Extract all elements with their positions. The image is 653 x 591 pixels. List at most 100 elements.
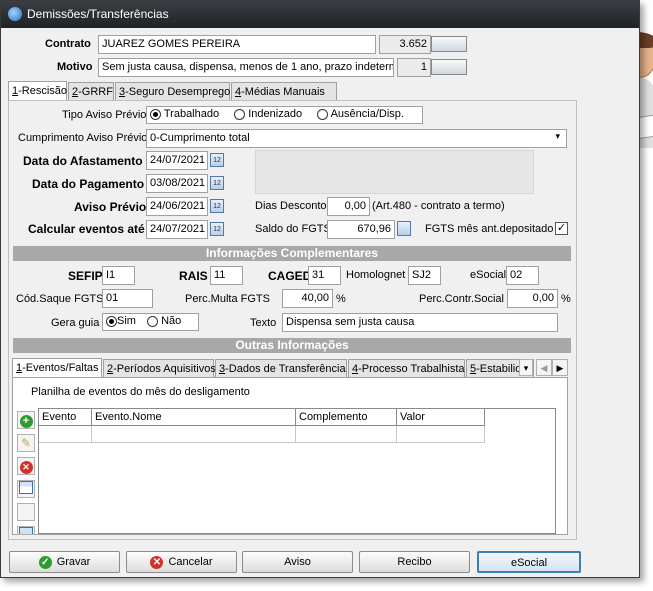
homolognet-label: Homolognet bbox=[346, 269, 406, 281]
fgts-mes-checkbox[interactable]: ✓ bbox=[555, 222, 568, 235]
delete-event-button[interactable]: ✕ bbox=[17, 457, 35, 475]
calcular-eventos-field[interactable]: 24/07/2021 bbox=[146, 220, 208, 239]
tabs-scroll-right-icon[interactable]: ▶ bbox=[552, 359, 568, 376]
contrato-label: Contrato bbox=[45, 38, 91, 50]
close-icon: ✕ bbox=[150, 555, 164, 569]
calendar-icon[interactable]: 12 bbox=[210, 153, 224, 167]
aviso-previo-label: Aviso Prévio bbox=[74, 200, 147, 214]
add-event-button[interactable]: + bbox=[17, 411, 35, 429]
dias-desconto-note: (Art.480 - contrato a termo) bbox=[372, 200, 505, 212]
motivo-code-field[interactable]: 1 bbox=[397, 58, 431, 77]
complementares-header: Informações Complementares bbox=[13, 246, 571, 261]
caged-label: CAGED bbox=[268, 269, 312, 283]
cancelar-button[interactable]: ✕ Cancelar bbox=[126, 551, 237, 573]
geraguia-label: Gera guia bbox=[51, 317, 100, 329]
calcular-eventos-label: Calcular eventos até bbox=[28, 222, 145, 236]
tab-dados-transferencia[interactable]: 3-Dados de Transferência bbox=[215, 359, 347, 378]
cumprimento-select[interactable]: 0-Cumprimento total ▾ bbox=[146, 129, 567, 148]
close-icon: ✕ bbox=[19, 461, 33, 474]
radio-sim[interactable]: Sim bbox=[106, 315, 136, 327]
sefip-field[interactable]: I1 bbox=[102, 266, 135, 285]
info-box bbox=[255, 150, 534, 194]
tab-medias-manuais[interactable]: 4-Médias Manuais bbox=[231, 82, 337, 101]
tabs-scroll-left-icon[interactable]: ◀ bbox=[536, 359, 552, 376]
radio-indenizado-dot[interactable] bbox=[234, 108, 246, 120]
dias-desconto-field[interactable]: 0,00 bbox=[327, 197, 370, 216]
blank-button[interactable] bbox=[17, 503, 35, 521]
data-pagamento-field[interactable]: 03/08/2021 bbox=[146, 174, 208, 193]
main-window: Demissões/Transferências Contrato JUAREZ… bbox=[0, 0, 640, 578]
aviso-button[interactable]: Aviso bbox=[242, 551, 353, 573]
homolognet-field[interactable]: SJ2 bbox=[408, 266, 441, 285]
edit-event-button[interactable]: ✎ bbox=[17, 434, 35, 452]
cumprimento-label: Cumprimento Aviso Prévio bbox=[18, 132, 148, 144]
grid-header-complemento[interactable]: Complemento bbox=[296, 409, 397, 426]
motivo-label: Motivo bbox=[57, 61, 93, 73]
grid-header-evento[interactable]: Evento bbox=[39, 409, 92, 426]
grid-header-evento-nome[interactable]: Evento.Nome bbox=[92, 409, 296, 426]
percmulta-field[interactable]: 40,00 bbox=[282, 289, 333, 308]
import-event-button[interactable] bbox=[17, 480, 35, 498]
rais-field[interactable]: 11 bbox=[210, 266, 243, 285]
motivo-field[interactable]: Sem justa causa, dispensa, menos de 1 an… bbox=[98, 58, 394, 77]
window-title: Demissões/Transferências bbox=[27, 7, 169, 21]
tab-rescisao[interactable]: 1-Rescisão bbox=[8, 81, 67, 102]
grid-cell[interactable] bbox=[397, 426, 485, 443]
calendar-icon[interactable]: 12 bbox=[210, 176, 224, 190]
radio-nao-dot[interactable] bbox=[147, 315, 159, 327]
sefip-label: SEFIP bbox=[68, 269, 103, 283]
codsaque-label: Cód.Saque FGTS bbox=[16, 293, 104, 305]
grid-header-valor[interactable]: Valor bbox=[397, 409, 485, 426]
radio-trabalhado-dot[interactable] bbox=[150, 108, 161, 120]
recibo-button[interactable]: Recibo bbox=[359, 551, 470, 573]
saldo-fgts-field[interactable]: 670,96 bbox=[327, 220, 395, 239]
chevron-down-icon[interactable]: ▾ bbox=[555, 131, 560, 142]
grid-caption: Planilha de eventos do mês do desligamen… bbox=[31, 386, 250, 398]
esocial-field[interactable]: 02 bbox=[506, 266, 539, 285]
calendar-icon[interactable]: 12 bbox=[210, 199, 224, 213]
dias-desconto-label: Dias Desconto bbox=[255, 200, 327, 212]
saldo-fgts-label: Saldo do FGTS bbox=[255, 223, 331, 235]
motivo-lookup-button[interactable] bbox=[431, 59, 467, 75]
radio-nao[interactable]: Não bbox=[147, 315, 181, 327]
export-event-button[interactable] bbox=[17, 526, 35, 535]
radio-indenizado[interactable]: Indenizado bbox=[234, 108, 302, 120]
outras-header: Outras Informações bbox=[13, 338, 571, 353]
tab-seguro-desemprego[interactable]: 3-Seguro Desemprego bbox=[115, 82, 230, 101]
eventos-grid[interactable]: Evento Evento.Nome Complemento Valor bbox=[38, 408, 556, 534]
radio-sim-dot[interactable] bbox=[106, 315, 117, 327]
table-icon bbox=[19, 481, 33, 494]
codsaque-field[interactable]: 01 bbox=[102, 289, 153, 308]
radio-ausencia-dot[interactable] bbox=[317, 108, 329, 120]
data-afastamento-label: Data do Afastamento bbox=[23, 154, 143, 168]
calculator-icon[interactable] bbox=[397, 221, 411, 236]
tab-grrf[interactable]: 2-GRRF bbox=[68, 82, 114, 101]
plus-icon: + bbox=[19, 415, 33, 428]
contrato-lookup-button[interactable] bbox=[431, 36, 467, 52]
perccontr-field[interactable]: 0,00 bbox=[507, 289, 558, 308]
radio-ausencia[interactable]: Ausência/Disp. bbox=[317, 108, 404, 120]
tabs-dropdown-icon[interactable]: ▾ bbox=[519, 359, 533, 376]
grid-cell[interactable] bbox=[39, 426, 92, 443]
gravar-button[interactable]: ✓ Gravar bbox=[9, 551, 120, 573]
data-afastamento-field[interactable]: 24/07/2021 bbox=[146, 151, 208, 170]
geraguia-radio-group: Sim Não bbox=[102, 313, 199, 331]
grid-cell[interactable] bbox=[92, 426, 296, 443]
esocial-button[interactable]: eSocial bbox=[477, 551, 581, 573]
tab-processo-trabalhista[interactable]: 4-Processo Trabalhista bbox=[348, 359, 465, 378]
title-bar: Demissões/Transferências bbox=[1, 1, 639, 28]
pencil-icon: ✎ bbox=[20, 436, 32, 450]
calendar-icon[interactable]: 12 bbox=[210, 222, 224, 236]
tab-eventos-faltas[interactable]: 1-Eventos/Faltas bbox=[12, 358, 102, 379]
tab-periodos-aquisitivos[interactable]: 2-Períodos Aquisitivos bbox=[103, 359, 216, 378]
grid-cell[interactable] bbox=[296, 426, 397, 443]
tipo-aviso-label: Tipo Aviso Prévio bbox=[62, 109, 147, 121]
contrato-name-field[interactable]: JUAREZ GOMES PEREIRA bbox=[98, 35, 376, 54]
texto-field[interactable]: Dispensa sem justa causa bbox=[282, 313, 558, 332]
aviso-previo-field[interactable]: 24/06/2021 bbox=[146, 197, 208, 216]
percmulta-percent: % bbox=[336, 293, 346, 305]
radio-trabalhado[interactable]: Trabalhado bbox=[150, 108, 219, 120]
contrato-code-field[interactable]: 3.652 bbox=[379, 35, 431, 54]
check-icon: ✓ bbox=[38, 555, 52, 569]
caged-field[interactable]: 31 bbox=[308, 266, 341, 285]
